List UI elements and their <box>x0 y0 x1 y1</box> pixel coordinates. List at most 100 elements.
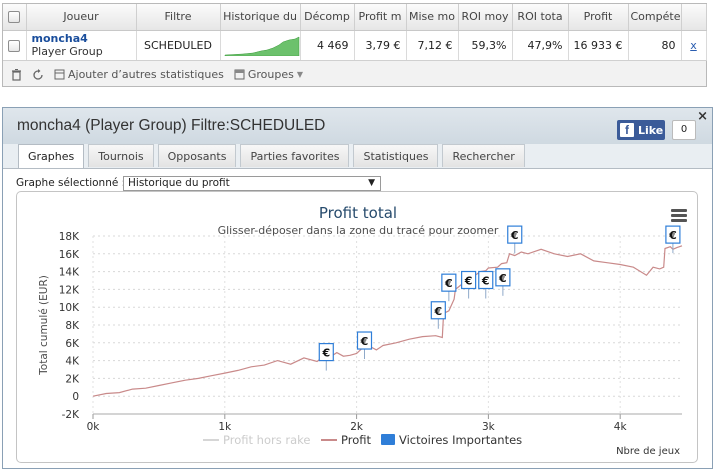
victory-flag-label: € <box>510 229 519 242</box>
graph-select-value: Historique du profit <box>128 177 230 189</box>
col-header-avg-profit[interactable]: Profit m <box>354 4 407 31</box>
profit-cell: 16 933 € <box>568 30 629 61</box>
legend-victories-label: Victoires Importantes <box>399 433 522 447</box>
window-header: moncha4 (Player Group) Filtre:SCHEDULED … <box>3 108 712 144</box>
x-tick-label: 2k <box>350 421 364 433</box>
y-tick-label: 8K <box>65 320 80 332</box>
y-tick-label: 10K <box>59 302 80 314</box>
chart-svg[interactable]: Profit total Glisser-déposer dans la zone… <box>17 192 698 463</box>
row-select-cell[interactable] <box>3 30 27 61</box>
window-title: moncha4 (Player Group) Filtre:SCHEDULED <box>17 117 326 134</box>
victory-flag-label: € <box>433 305 442 318</box>
y-tick-label: 6K <box>65 338 80 350</box>
y-tick-label: 16K <box>59 249 80 261</box>
col-header-filter[interactable]: Filtre <box>136 4 221 31</box>
tab-tournois[interactable]: Tournois <box>88 144 154 167</box>
table-toolbar: Ajouter d’autres statistiques Groupes ▼ <box>3 62 706 87</box>
competence-cell: 80 <box>628 30 682 61</box>
tab-statistiques[interactable]: Statistiques <box>353 144 439 167</box>
y-tick-label: 12K <box>59 284 80 296</box>
x-axis-label: Nbre de jeux <box>616 446 680 457</box>
row-checkbox[interactable] <box>8 39 21 52</box>
victory-flag-label: € <box>360 335 369 348</box>
tab-opposants[interactable]: Opposants <box>157 144 237 167</box>
col-header-total-roi[interactable]: ROI tota <box>512 4 569 31</box>
history-sparkline-cell <box>220 30 301 61</box>
select-all-checkbox[interactable] <box>8 11 21 24</box>
remove-cell: x <box>681 30 707 61</box>
facebook-like-button[interactable]: f Like <box>617 120 665 140</box>
facebook-icon: f <box>620 123 634 137</box>
add-columns-icon <box>54 69 65 80</box>
col-header-player[interactable]: Joueur <box>26 4 137 31</box>
avg-roi-cell: 59,3% <box>458 30 513 61</box>
table-row: moncha4 Player Group SCHEDULED 4 469 3,7… <box>3 30 707 61</box>
player-group-label: Player Group <box>31 45 103 58</box>
profit-series-line <box>92 245 683 397</box>
victory-flag-label: € <box>481 275 490 288</box>
avg-profit-cell: 3,79 € <box>354 30 407 61</box>
player-name-link[interactable]: moncha4 <box>32 32 131 45</box>
profit-chart[interactable]: Profit total Glisser-déposer dans la zone… <box>16 191 698 463</box>
y-tick-label: 18K <box>59 231 80 243</box>
groups-label: Groupes <box>247 68 294 81</box>
table-header-row: Joueur Filtre Historique du Décomp Profi… <box>3 4 707 31</box>
victory-flag-label: € <box>498 272 507 285</box>
tab-bar: Graphes Tournois Opposants Parties favor… <box>18 144 529 168</box>
graph-select[interactable]: Historique du profit ▼ <box>123 176 381 191</box>
chart-menu-icon[interactable] <box>671 209 687 222</box>
x-tick-label: 1k <box>218 421 232 433</box>
like-count: 0 <box>672 120 696 140</box>
y-tick-label: 0 <box>72 391 79 403</box>
avg-stake-cell: 7,12 € <box>406 30 459 61</box>
history-sparkline <box>224 36 299 56</box>
tab-rechercher[interactable]: Rechercher <box>442 144 525 167</box>
chevron-down-icon: ▼ <box>368 178 375 188</box>
victory-flag-label: € <box>464 275 473 288</box>
groups-icon <box>234 69 245 80</box>
refresh-icon <box>33 68 43 80</box>
like-label: Like <box>638 123 664 137</box>
x-tick-label: 0k <box>87 421 101 433</box>
stats-panel: Joueur Filtre Historique du Décomp Profi… <box>2 3 707 87</box>
filter-cell: SCHEDULED <box>136 30 221 61</box>
add-stats-button[interactable]: Ajouter d’autres statistiques <box>54 68 224 81</box>
y-axis-label: Total cumulé (EUR) <box>38 275 50 376</box>
victory-flag-label: € <box>444 277 453 290</box>
legend-victories-swatch <box>381 434 395 445</box>
stats-table: Joueur Filtre Historique du Décomp Profi… <box>3 4 707 61</box>
col-header-count[interactable]: Décomp <box>300 4 355 31</box>
legend-rakeless-label: Profit hors rake <box>223 433 310 447</box>
graph-tab-panel: Graphe sélectionné : Historique du profi… <box>3 168 712 468</box>
tab-graphes[interactable]: Graphes <box>18 144 85 168</box>
trash-icon <box>12 68 21 81</box>
chevron-down-icon: ▼ <box>296 70 304 79</box>
tab-parties-favorites[interactable]: Parties favorites <box>240 144 350 167</box>
col-header-actions <box>681 4 707 31</box>
col-header-history[interactable]: Historique du <box>220 4 301 31</box>
select-all-header[interactable] <box>3 4 27 31</box>
col-header-competence[interactable]: Compéte <box>628 4 682 31</box>
player-window: moncha4 (Player Group) Filtre:SCHEDULED … <box>2 107 713 469</box>
y-tick-label: 14K <box>59 267 80 279</box>
add-stats-label: Ajouter d’autres statistiques <box>68 68 224 81</box>
graph-select-label: Graphe sélectionné : <box>16 177 126 189</box>
groups-dropdown[interactable]: Groupes ▼ <box>234 68 303 81</box>
col-header-avg-stake[interactable]: Mise mo <box>406 4 459 31</box>
legend-profit-label: Profit <box>341 433 371 447</box>
col-header-profit[interactable]: Profit <box>568 4 629 31</box>
delete-button[interactable] <box>11 68 22 81</box>
remove-row-link[interactable]: x <box>690 39 697 52</box>
y-tick-label: 4K <box>65 356 80 368</box>
victory-flag-label: € <box>668 229 677 242</box>
x-tick-label: 3k <box>482 421 496 433</box>
y-tick-label: 2K <box>65 373 80 385</box>
total-roi-cell: 47,9% <box>512 30 569 61</box>
col-header-avg-roi[interactable]: ROI moy <box>458 4 513 31</box>
refresh-button[interactable] <box>32 68 44 81</box>
victory-flag-label: € <box>321 347 330 360</box>
close-icon[interactable]: × <box>697 109 708 124</box>
y-tick-label: -2K <box>62 409 80 421</box>
chart-title: Profit total <box>319 204 397 222</box>
count-cell: 4 469 <box>300 30 355 61</box>
